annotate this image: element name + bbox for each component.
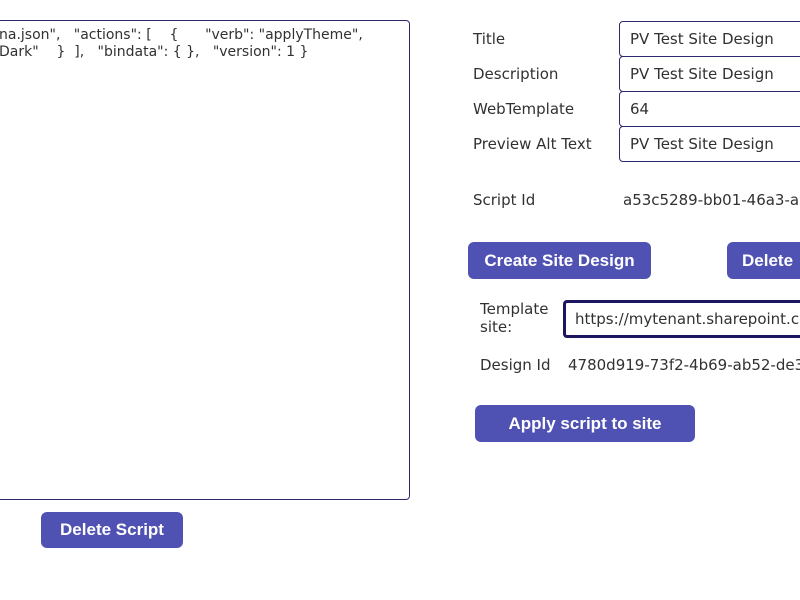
script-id-label: Script Id [473,191,536,209]
description-input[interactable]: PV Test Site Design [619,56,800,92]
create-site-design-button[interactable]: Create Site Design [468,242,651,279]
description-label: Description [473,65,559,83]
script-json-content: na.json", "actions": [ { "verb": "applyT… [0,27,409,61]
design-id-value: 4780d919-73f2-4b69-ab52-de3f0 [568,356,800,374]
title-input[interactable]: PV Test Site Design [619,21,800,57]
title-label: Title [473,30,506,48]
site-design-app: na.json", "actions": [ { "verb": "applyT… [0,0,800,600]
template-site-input[interactable]: https://mytenant.sharepoint.com [563,300,800,338]
webtemplate-label: WebTemplate [473,100,575,118]
script-json-textarea[interactable]: na.json", "actions": [ { "verb": "applyT… [0,20,410,500]
script-json-line-1: na.json", "actions": [ { "verb": "applyT… [0,27,363,43]
delete-script-button[interactable]: Delete Script [41,512,183,548]
webtemplate-input[interactable]: 64 [619,91,800,127]
delete-site-design-button[interactable]: Delete [727,242,800,279]
design-id-label: Design Id [480,356,551,374]
script-json-line-2: Dark" } ], "bindata": { }, "version": 1 … [0,44,309,60]
preview-alt-text-input[interactable]: PV Test Site Design [619,126,800,162]
script-id-value: a53c5289-bb01-46a3-a03 [623,191,800,209]
preview-alt-text-label: Preview Alt Text [473,135,592,153]
template-site-label: Template site: [480,300,549,336]
apply-script-to-site-button[interactable]: Apply script to site [475,405,695,442]
